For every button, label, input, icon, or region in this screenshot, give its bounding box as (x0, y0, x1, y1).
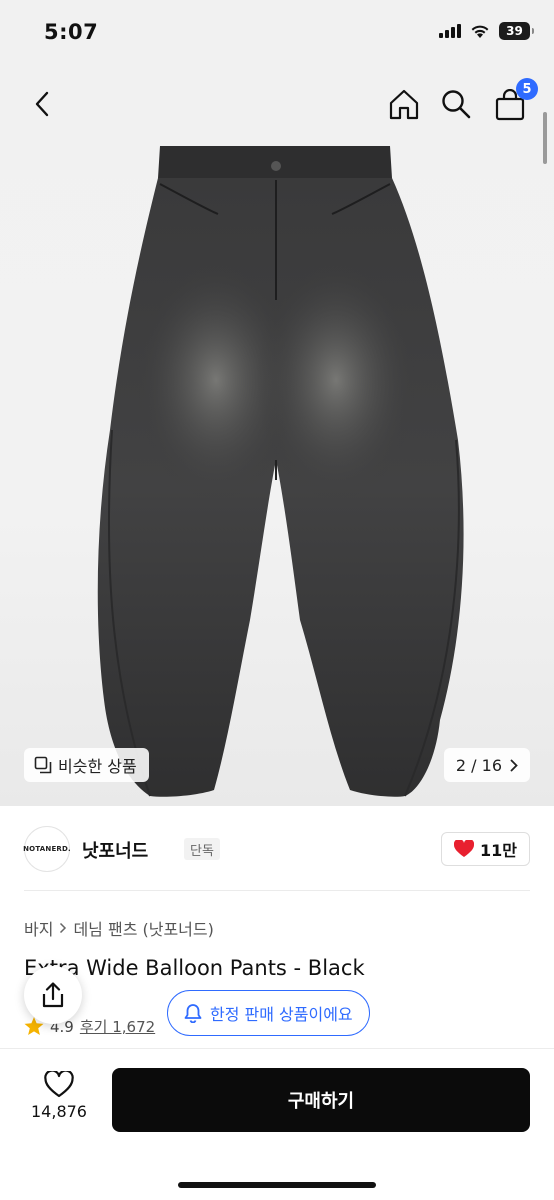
bottom-action-bar: 14,876 구매하기 (0, 1048, 554, 1200)
search-button[interactable] (436, 84, 476, 124)
battery-icon: 39 (499, 22, 534, 40)
brand-logo[interactable]: NOTANERD. (23, 826, 71, 872)
divider (24, 890, 530, 891)
battery-level: 39 (506, 24, 523, 38)
chevron-right-icon (510, 759, 518, 771)
cellular-signal-icon (439, 24, 461, 38)
status-bar: 5:07 39 (0, 0, 554, 64)
search-icon (442, 90, 471, 119)
brand-like-count: 11만 (480, 841, 517, 860)
back-button[interactable] (24, 84, 60, 124)
buy-button[interactable]: 구매하기 (112, 1068, 530, 1132)
breadcrumb: 바지 데님 팬츠 (낫포너드) (24, 916, 214, 940)
status-time: 5:07 (44, 20, 99, 44)
chevron-left-icon (35, 91, 49, 117)
heart-filled-icon (454, 840, 474, 857)
wishlist-button[interactable]: 14,876 (26, 1071, 92, 1121)
bell-icon (184, 1004, 202, 1023)
copy-icon (34, 756, 52, 774)
share-icon (42, 982, 64, 1008)
wifi-icon (471, 25, 489, 38)
wishlist-count: 14,876 (31, 1102, 87, 1121)
product-image[interactable] (0, 64, 554, 806)
home-indicator (178, 1182, 376, 1188)
cart-button[interactable]: 5 (492, 78, 538, 124)
breadcrumb-subcategory[interactable]: 데님 팬츠 (낫포너드) (73, 916, 213, 940)
share-button[interactable] (24, 966, 82, 1024)
brand-logo-text: NOTANERD. (23, 845, 71, 853)
status-icons: 39 (439, 22, 534, 40)
review-link[interactable]: 후기 1,672 (80, 1016, 155, 1037)
similar-products-label: 비슷한 상품 (58, 757, 137, 776)
brand-row: NOTANERD. 낫포너드 단독 11만 (23, 826, 530, 872)
image-counter[interactable]: 2 / 16 (443, 748, 530, 782)
exclusive-tag: 단독 (184, 838, 220, 860)
brand-name[interactable]: 낫포너드 (82, 837, 148, 863)
image-counter-text: 2 / 16 (455, 755, 502, 775)
brand-like-button[interactable]: 11만 (441, 832, 530, 866)
chevron-right-icon (60, 922, 67, 934)
cart-count-badge: 5 (516, 78, 538, 100)
home-button[interactable] (384, 84, 424, 124)
home-icon (389, 89, 419, 120)
heart-outline-icon (44, 1071, 74, 1098)
limited-sale-notice[interactable]: 한정 판매 상품이에요 (167, 990, 370, 1036)
breadcrumb-category[interactable]: 바지 (24, 916, 53, 940)
top-nav: 5 (0, 64, 554, 144)
limited-sale-text: 한정 판매 상품이에요 (210, 1005, 353, 1024)
similar-products-button[interactable]: 비슷한 상품 (24, 748, 149, 782)
jeans-illustration (97, 146, 464, 797)
